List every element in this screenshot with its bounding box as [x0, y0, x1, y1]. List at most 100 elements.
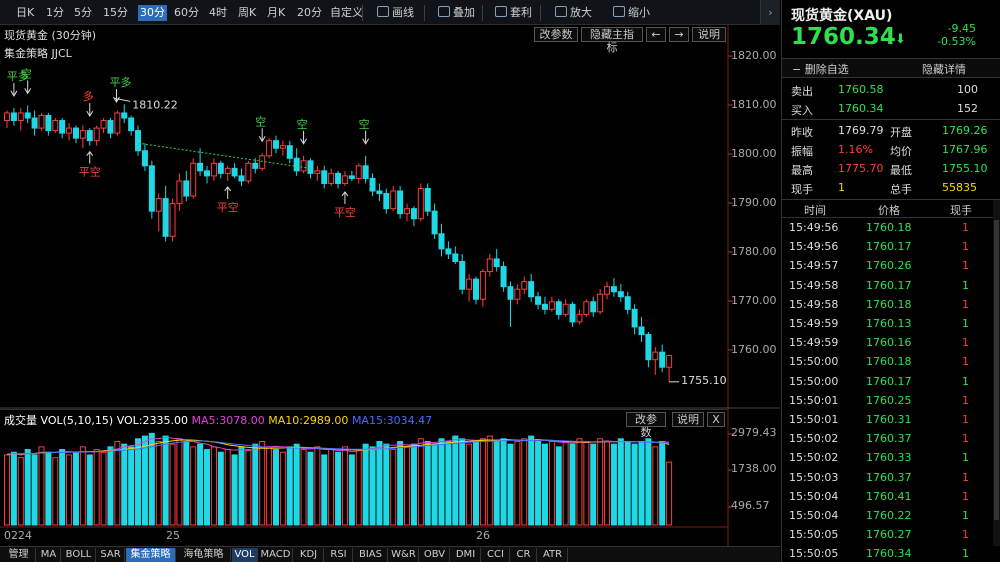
close-icon[interactable]: X [707, 412, 725, 427]
candle-body [79, 130, 86, 139]
volume-bar [59, 449, 66, 526]
volume-bar [245, 449, 252, 526]
toolbar-item[interactable]: 30分 [138, 5, 167, 21]
candle-body [507, 286, 514, 300]
tick-volume: 1 [962, 393, 969, 407]
toolbar-item[interactable]: 缩小 [611, 5, 652, 21]
indicator-tab[interactable]: MACD [259, 548, 293, 562]
indicator-tab[interactable]: 海龟策略 [177, 548, 231, 562]
volume-bar [176, 438, 183, 526]
candlestick-chart[interactable]: 1810.221755.10平多空多平多空平空平空空 空平空 [0, 25, 780, 546]
toolbar-item[interactable]: 1分 [44, 5, 66, 21]
volume-bar [397, 440, 404, 526]
ticks-header-volume: 现手 [950, 204, 972, 217]
vol-modify-params-button[interactable]: 改参数 [626, 412, 666, 439]
candle-body [390, 190, 397, 210]
tick-price: 1760.13 [866, 317, 912, 330]
toolbar-item[interactable]: 20分 [295, 5, 324, 21]
candle-body [72, 127, 79, 139]
quote-panel: 现货黄金(XAU) 1760.34 ⬇ -9.45 -0.53% − 删除自选 … [781, 0, 1000, 562]
indicator-tab[interactable]: VOL [232, 548, 258, 562]
zoom-in-icon [555, 6, 567, 17]
toolbar-item[interactable]: 叠加 [436, 5, 477, 21]
tick-volume: 1 [962, 432, 969, 446]
price-axis-label: 1820.00 [731, 49, 777, 62]
toolbar-item[interactable]: 15分 [101, 5, 130, 21]
indicator-tab[interactable]: BIAS [354, 548, 388, 562]
indicator-tab[interactable]: W&R [389, 548, 419, 562]
indicator-tab[interactable]: ATR [538, 548, 568, 562]
hide-detail-button[interactable]: 隐藏详情 [922, 61, 966, 77]
candle-body [548, 301, 555, 310]
indicator-tab[interactable]: KDJ [294, 548, 324, 562]
toolbar-item[interactable]: 日K [14, 5, 36, 21]
toolbar-item[interactable]: 5分 [72, 5, 94, 21]
toolbar-item[interactable]: 画线 [375, 5, 416, 21]
indicator-tab[interactable]: 集金策略 [126, 548, 176, 562]
bid-label: 买入 [791, 104, 813, 117]
indicator-tab[interactable]: 管理 [2, 548, 36, 562]
ma15-value: MA15:3034.47 [351, 414, 433, 427]
volume-bar [114, 440, 121, 526]
indicator-tab[interactable]: BOLL [62, 548, 96, 562]
candle-body [417, 187, 424, 220]
stat-value: 1769.26 [942, 124, 988, 137]
toolbar-item[interactable]: 60分 [172, 5, 201, 21]
tick-volume: 1 [962, 278, 969, 292]
toolbar-scroll-right-icon[interactable]: › [760, 0, 780, 25]
candle-body [624, 296, 631, 310]
indicator-tab[interactable]: CR [511, 548, 537, 562]
toolbar-item[interactable]: 自定义 [328, 5, 365, 21]
ask-row: 卖出 1760.58 100 [782, 80, 1000, 99]
tick-volume: 1 [962, 297, 969, 311]
tick-time: 15:50:00 [789, 355, 839, 369]
indicator-tab[interactable]: DMI [451, 548, 481, 562]
toolbar-item[interactable]: 4时 [207, 5, 229, 21]
chart-area[interactable]: 现货黄金 (30分钟) 改参数 隐藏主指标 ← → 说明 集金策略 JJCL 1… [0, 25, 780, 546]
candle-body [404, 208, 411, 215]
volume-bar [321, 454, 328, 526]
candle-body [107, 120, 114, 134]
toolbar-item[interactable]: 月K [265, 5, 287, 21]
candle-body [666, 354, 673, 368]
tick-price: 1760.37 [866, 470, 912, 484]
candle-body [479, 271, 486, 300]
indicator-tab[interactable]: OBV [420, 548, 450, 562]
tick-price: 1760.27 [866, 528, 912, 542]
volume-bar [38, 446, 45, 526]
vol-explain-button[interactable]: 说明 [672, 412, 704, 427]
candle-body [141, 150, 148, 167]
candle-body [424, 187, 431, 212]
candle-body [562, 303, 569, 315]
volume-bar [576, 438, 583, 526]
delete-favorite-button[interactable]: − 删除自选 [792, 61, 849, 77]
volume-bar [72, 451, 79, 526]
candle-body [341, 175, 348, 184]
toolbar-item[interactable]: 放大 [553, 5, 594, 21]
tick-time: 15:49:58 [789, 278, 839, 292]
stat-label: 最低 [890, 164, 912, 177]
volume-bar [610, 443, 617, 526]
candle-body [100, 120, 107, 129]
volume-bar [314, 446, 321, 526]
volume-bar [479, 438, 486, 526]
ticks-header: 时间 价格 现手 [782, 200, 994, 218]
candle-body [31, 117, 38, 129]
indicator-tab[interactable]: MA [37, 548, 61, 562]
volume-bar [300, 449, 307, 526]
ma5-value: MA5:3078.00 [191, 414, 265, 427]
volume-bar [459, 438, 466, 526]
ticks-scrollbar[interactable] [993, 200, 1000, 546]
price-axis-label: 1810.00 [731, 98, 777, 111]
indicator-tab[interactable]: SAR [97, 548, 125, 562]
indicator-tab[interactable]: RSI [325, 548, 353, 562]
volume-bar [514, 440, 521, 526]
tick-row: 15:50:01 1760.31 1 [782, 410, 994, 429]
candle-body [397, 190, 404, 215]
toolbar-item[interactable]: 套利 [493, 5, 534, 21]
scrollbar-thumb[interactable] [994, 220, 999, 520]
indicator-tab[interactable]: CCI [482, 548, 510, 562]
stat-row: 昨收 1769.79 开盘 1769.26 [782, 121, 1000, 140]
toolbar-item[interactable]: 周K [236, 5, 258, 21]
ticks-header-time: 时间 [804, 204, 826, 217]
